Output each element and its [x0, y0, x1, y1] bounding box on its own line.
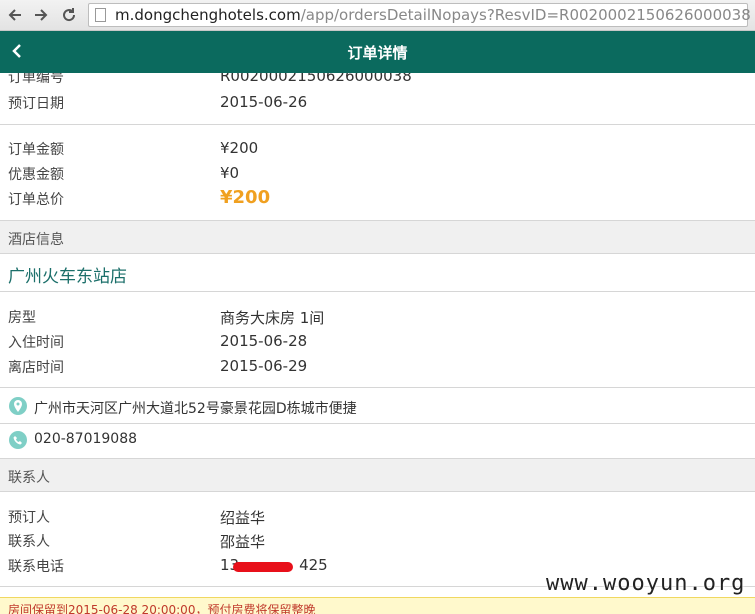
contact-label: 联系人: [8, 534, 50, 550]
phone-icon: [9, 431, 27, 449]
contact-section-title: 联系人: [8, 470, 50, 486]
hotel-phone[interactable]: 020-87019088: [34, 431, 137, 447]
reservation-notice: 房间保留到2015-06-28 20:00:00，预付房费将保留整晚: [0, 597, 755, 614]
total-price-value: ¥200: [220, 187, 271, 208]
contact-section-header: 联系人: [0, 458, 755, 492]
app-header: 订单详情: [0, 31, 755, 73]
hotel-section-title: 酒店信息: [8, 232, 64, 248]
checkin-value: 2015-06-28: [220, 332, 308, 350]
discount-label: 优惠金额: [8, 167, 64, 183]
forward-arrow-icon[interactable]: [30, 4, 52, 26]
order-number-value: R0020002150626000038: [220, 73, 412, 85]
address-bar[interactable]: m.dongchenghotels.com/app/ordersDetailNo…: [88, 3, 751, 27]
checkout-value: 2015-06-29: [220, 357, 308, 375]
booker-value: 绍益华: [220, 509, 266, 527]
redaction-mark: [233, 562, 293, 572]
divider: [0, 387, 755, 388]
divider: [0, 124, 755, 125]
discount-value: ¥0: [220, 164, 240, 182]
divider: [0, 423, 755, 424]
hotel-section-header: 酒店信息: [0, 220, 755, 254]
url-text: m.dongchenghotels.com/app/ordersDetailNo…: [115, 6, 751, 24]
hotel-name[interactable]: 广州火车东站店: [8, 262, 127, 287]
back-arrow-icon[interactable]: [4, 4, 26, 26]
notice-text: 房间保留到2015-06-28 20:00:00，预付房费将保留整晚: [8, 603, 316, 614]
room-type-label: 房型: [8, 310, 36, 326]
divider: [0, 291, 755, 292]
watermark: www.wooyun.org: [546, 571, 746, 596]
booker-label: 预订人: [8, 510, 50, 526]
checkin-label: 入住时间: [8, 335, 64, 351]
location-pin-icon: [9, 397, 27, 415]
reload-icon[interactable]: [58, 4, 80, 26]
room-type-value: 商务大床房 1间: [220, 309, 325, 327]
total-price-label: 订单总价: [8, 192, 64, 208]
page-title: 订单详情: [347, 44, 408, 62]
order-amount-value: ¥200: [220, 139, 259, 157]
checkout-label: 离店时间: [8, 360, 64, 376]
order-number-label: 订单编号: [8, 73, 64, 86]
order-date-label: 预订日期: [8, 96, 64, 112]
order-date-value: 2015-06-26: [220, 93, 308, 111]
page-icon: [95, 8, 106, 22]
hotel-address[interactable]: 广州市天河区广州大道北52号豪景花园D栋城市便捷: [34, 398, 357, 418]
order-amount-label: 订单金额: [8, 142, 64, 158]
contact-value: 邵益华: [220, 533, 266, 551]
order-detail-content: 订单编号 R0020002150626000038 预订日期 2015-06-2…: [0, 73, 755, 614]
browser-toolbar: m.dongchenghotels.com/app/ordersDetailNo…: [0, 0, 755, 31]
contact-phone-label: 联系电话: [8, 559, 64, 575]
